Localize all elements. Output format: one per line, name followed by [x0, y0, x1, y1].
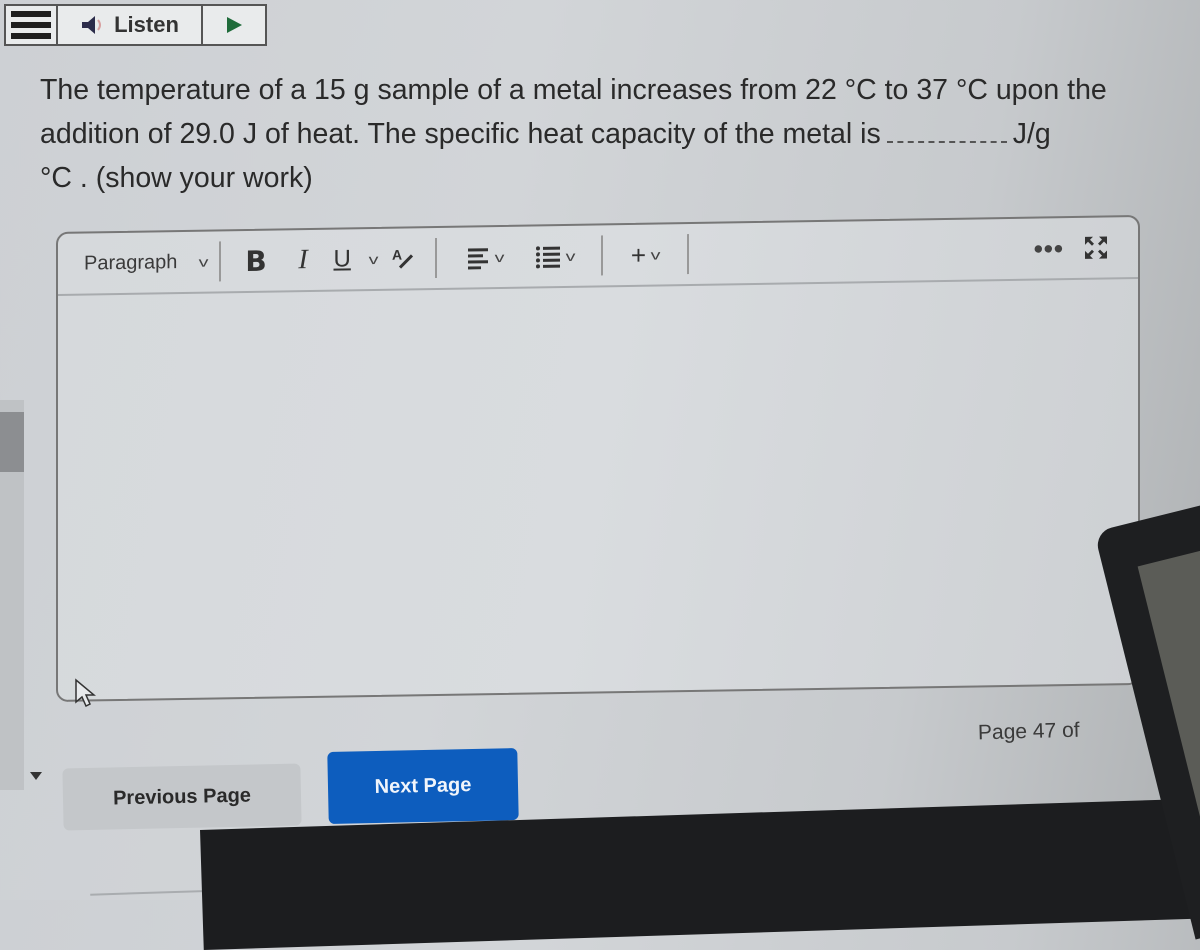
- scroll-down-arrow-icon[interactable]: [30, 772, 42, 780]
- mouse-cursor-icon: [75, 678, 96, 708]
- question-line-2: addition of 29.0 J of heat. The specific…: [40, 112, 1150, 156]
- underline-icon: U: [333, 245, 351, 273]
- page-scrollbar[interactable]: [0, 400, 42, 790]
- chevron-down-icon: v: [198, 253, 209, 270]
- svg-text:A: A: [392, 247, 402, 263]
- listen-button[interactable]: Listen: [58, 6, 203, 44]
- italic-button[interactable]: I: [279, 242, 327, 279]
- read-aloud-toolbar: Listen: [4, 4, 267, 46]
- chevron-down-icon: v: [368, 250, 378, 268]
- insert-dropdown[interactable]: + v: [615, 236, 675, 273]
- block-format-value: Paragraph: [84, 250, 178, 275]
- list-dropdown[interactable]: v: [519, 238, 589, 275]
- toolbar-divider: [687, 234, 689, 275]
- fullscreen-icon: [1085, 236, 1107, 259]
- more-icon: •••: [1033, 232, 1064, 264]
- chevron-down-icon: v: [494, 248, 504, 266]
- bold-icon: B: [245, 244, 267, 278]
- listen-label: Listen: [114, 12, 179, 37]
- hamburger-menu-icon: [11, 11, 51, 39]
- scrollbar-thumb[interactable]: [0, 412, 24, 472]
- text-style-icon: A: [392, 247, 414, 269]
- units-label: J/g: [1012, 118, 1051, 150]
- chevron-down-icon: v: [650, 246, 661, 263]
- question-line-2-text: addition of 29.0 J of heat. The specific…: [40, 118, 881, 150]
- question-line-3: °C . (show your work): [40, 162, 313, 194]
- bold-button[interactable]: B: [233, 242, 279, 279]
- plus-icon: +: [630, 239, 647, 270]
- play-button[interactable]: [203, 6, 265, 44]
- italic-icon: I: [298, 244, 308, 276]
- block-format-chevron[interactable]: v: [194, 244, 209, 280]
- question-text: The temperature of a 15 g sample of a me…: [40, 68, 1150, 200]
- fullscreen-button[interactable]: [1084, 229, 1108, 265]
- block-format-dropdown[interactable]: Paragraph: [84, 244, 194, 282]
- toolbar-divider: [219, 241, 221, 282]
- question-line-1: The temperature of a 15 g sample of a me…: [40, 74, 1107, 106]
- page-indicator: Page 47 of: [977, 718, 1080, 745]
- menu-button[interactable]: [6, 6, 58, 44]
- rich-text-editor: Paragraph v B I U v A v v + v •••: [56, 214, 1140, 702]
- chevron-down-icon: v: [565, 247, 575, 265]
- toolbar-divider: [601, 235, 603, 276]
- answer-blank: [886, 119, 1007, 143]
- align-left-icon: [467, 248, 488, 270]
- underline-button[interactable]: U v: [327, 241, 383, 278]
- answer-text-area[interactable]: [58, 279, 1138, 700]
- more-actions-button[interactable]: •••: [1034, 230, 1064, 266]
- toolbar-divider: [435, 238, 437, 279]
- align-dropdown[interactable]: v: [449, 239, 519, 276]
- next-page-button[interactable]: Next Page: [327, 748, 519, 824]
- previous-page-button[interactable]: Previous Page: [62, 763, 302, 831]
- speaker-icon: [82, 16, 102, 34]
- bulleted-list-icon: [535, 246, 560, 269]
- play-icon: [227, 17, 242, 33]
- format-painter-button[interactable]: A: [383, 240, 423, 277]
